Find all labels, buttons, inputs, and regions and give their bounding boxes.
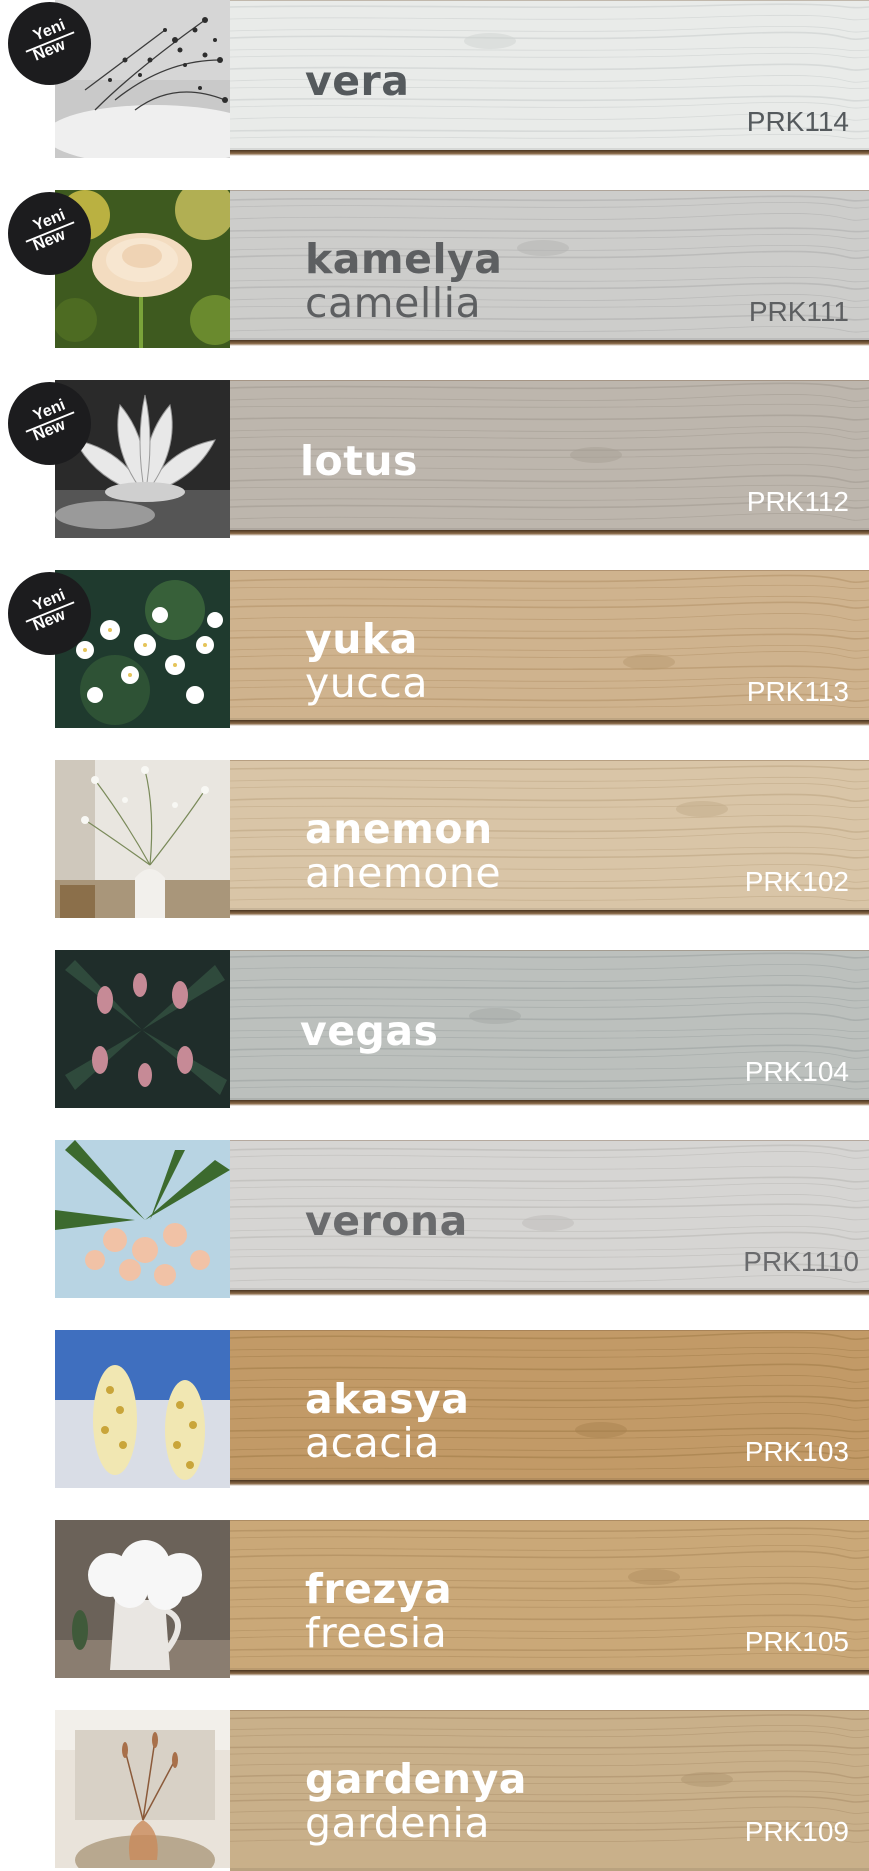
wood-plank: vera PRK114 xyxy=(230,0,869,151)
product-row: anemon anemone PRK102 xyxy=(55,760,869,918)
plank-edge xyxy=(230,1480,869,1486)
product-name: akasya xyxy=(305,1375,470,1423)
plank-edge xyxy=(230,150,869,156)
product-row: vera PRK114 xyxy=(55,0,869,158)
wood-plank: gardenya gardenia PRK109 xyxy=(230,1710,869,1871)
product-name: lotus xyxy=(300,437,418,485)
flower-photo xyxy=(55,950,230,1108)
plank-edge xyxy=(230,340,869,346)
product-code: PRK112 xyxy=(746,486,849,517)
wood-plank: akasya acacia PRK103 xyxy=(230,1330,869,1481)
product-code: PRK111 xyxy=(748,296,849,327)
product-row: yuka yucca PRK113 xyxy=(55,570,869,728)
product-code: PRK103 xyxy=(744,1436,849,1467)
product-row: verona PRK1110 xyxy=(55,1140,869,1298)
wood-plank: kamelya camellia PRK111 xyxy=(230,190,869,341)
product-name-english: acacia xyxy=(305,1419,440,1467)
product-name: frezya xyxy=(305,1565,453,1613)
product-name-english: camellia xyxy=(305,279,482,327)
product-row: frezya freesia PRK105 xyxy=(55,1520,869,1678)
new-badge: Yeni New xyxy=(8,382,91,465)
product-code: PRK113 xyxy=(746,676,849,707)
product-code: PRK1110 xyxy=(743,1246,859,1277)
flower-photo xyxy=(55,1330,230,1488)
product-code: PRK102 xyxy=(744,866,849,897)
wood-plank: vegas PRK104 xyxy=(230,950,869,1101)
flower-photo xyxy=(55,1710,230,1868)
plank-edge xyxy=(230,530,869,536)
product-row: lotus PRK112 xyxy=(55,380,869,538)
flower-photo xyxy=(55,760,230,918)
product-code: PRK109 xyxy=(744,1816,849,1847)
product-code: PRK105 xyxy=(744,1626,849,1657)
wood-plank: anemon anemone PRK102 xyxy=(230,760,869,911)
plank-edge xyxy=(230,910,869,916)
product-code: PRK114 xyxy=(746,106,849,137)
product-name: kamelya xyxy=(305,235,503,283)
product-name: verona xyxy=(305,1197,468,1245)
wood-plank: lotus PRK112 xyxy=(230,380,869,531)
plank-edge xyxy=(230,1670,869,1676)
product-name: anemon xyxy=(305,805,493,853)
wood-plank: frezya freesia PRK105 xyxy=(230,1520,869,1671)
new-badge: Yeni New xyxy=(8,192,91,275)
flower-photo xyxy=(55,1140,230,1298)
product-name: yuka xyxy=(305,615,418,663)
wood-plank: verona PRK1110 xyxy=(230,1140,869,1291)
wood-plank: yuka yucca PRK113 xyxy=(230,570,869,721)
product-name-english: yucca xyxy=(305,659,428,707)
product-row: gardenya gardenia PRK109 xyxy=(55,1710,869,1871)
plank-edge xyxy=(230,720,869,726)
product-name: vera xyxy=(305,57,410,105)
flower-photo xyxy=(55,1520,230,1678)
plank-edge xyxy=(230,1290,869,1296)
new-badge: Yeni New xyxy=(8,2,91,85)
product-row: kamelya camellia PRK111 xyxy=(55,190,869,348)
product-row: vegas PRK104 xyxy=(55,950,869,1108)
product-name-english: freesia xyxy=(305,1609,448,1657)
new-badge: Yeni New xyxy=(8,572,91,655)
plank-edge xyxy=(230,1100,869,1106)
product-name: gardenya xyxy=(305,1755,527,1803)
product-name: vegas xyxy=(300,1007,439,1055)
product-row: akasya acacia PRK103 xyxy=(55,1330,869,1488)
product-name-english: gardenia xyxy=(305,1799,491,1847)
product-code: PRK104 xyxy=(744,1056,849,1087)
product-name-english: anemone xyxy=(305,849,502,897)
